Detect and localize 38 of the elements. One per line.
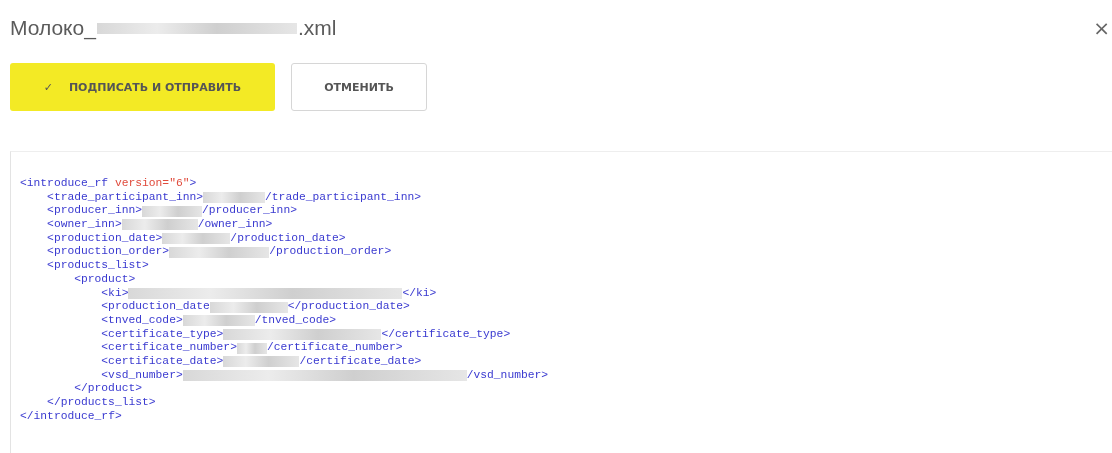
xml-tag: <certificate_number> [101, 341, 237, 355]
close-button[interactable]: × [1093, 16, 1112, 40]
xml-tag: <introduce_rf [20, 177, 109, 191]
xml-tag: /trade_participant_inn> [265, 190, 421, 205]
xml-tag: </ki> [402, 286, 437, 301]
xml-tag: /production_date> [230, 231, 346, 246]
xml-tag: > [189, 177, 197, 191]
xml-tag: <production_date> [47, 231, 163, 246]
xml-tag: /vsd_number> [466, 368, 549, 383]
file-extension: .xml [297, 16, 337, 40]
xml-tag: <production_date [101, 300, 210, 314]
xml-tag: <production_order> [47, 245, 170, 260]
xml-tag: </products_list> [47, 396, 156, 410]
xml-tag: <producer_inn> [47, 204, 143, 219]
xml-tag: /owner_inn> [197, 218, 273, 232]
xml-tag: <owner_inn> [47, 218, 122, 232]
xml-tag: <trade_participant_inn> [47, 190, 204, 205]
xml-tag: /production_order> [269, 245, 392, 260]
xml-tag: <products_list> [47, 259, 149, 273]
xml-tag: <vsd_number> [101, 368, 183, 383]
xml-tag: </production_date> [287, 300, 410, 314]
file-name-prefix: Молоко_ [10, 16, 96, 40]
xml-tag: </product> [74, 382, 142, 396]
xml-tag: </introduce_rf> [20, 409, 122, 424]
cancel-button[interactable]: ОТМЕНИТЬ [291, 63, 427, 111]
checkmark-icon: ✓ [43, 80, 54, 94]
xml-tag: /certificate_number> [266, 341, 403, 355]
xml-tag: /certificate_date> [299, 354, 422, 369]
xml-tag: /tnved_code> [254, 313, 337, 328]
xml-tag: /producer_inn> [202, 204, 297, 219]
xml-attribute: version="6" [114, 177, 190, 191]
xml-tag: <product> [74, 272, 136, 287]
xml-tag: <certificate_date> [101, 354, 224, 369]
xml-tag: </certificate_type> [381, 327, 511, 342]
xml-tag: <certificate_type> [101, 327, 224, 342]
xml-tag: <tnved_code> [101, 313, 183, 328]
xml-tag: <ki> [101, 286, 129, 301]
sign-and-send-button[interactable]: ✓ ПОДПИСАТЬ И ОТПРАВИТЬ [10, 63, 275, 111]
